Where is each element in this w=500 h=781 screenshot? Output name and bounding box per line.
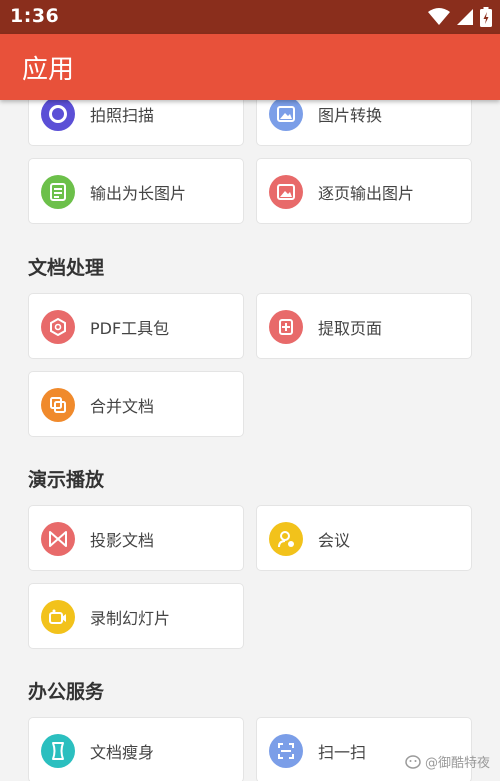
card-label: 扫一扫 [318,743,367,762]
card-record-slides[interactable]: 录制幻灯片 [28,583,244,649]
page-images-icon [269,175,303,209]
card-merge-docs[interactable]: 合并文档 [28,371,244,437]
battery-icon [480,7,492,27]
card-extract-page[interactable]: 提取页面 [256,293,472,359]
card-projection[interactable]: 投影文档 [28,505,244,571]
pdf-toolkit-icon [41,310,75,344]
status-bar: 1:36 [0,0,500,34]
card-label: 输出为长图片 [90,184,187,203]
wifi-icon [428,8,450,25]
card-meeting[interactable]: 会议 [256,505,472,571]
card-scan[interactable]: 扫一扫 [256,717,472,781]
section-title: 办公服务 [28,681,105,703]
long-image-icon [41,175,75,209]
extract-page-icon [269,310,303,344]
projection-icon [41,522,75,556]
card-label: 投影文档 [90,531,155,550]
record-slides-icon [41,600,75,634]
card-image-convert[interactable]: 图片转换 [256,100,472,146]
card-page-images[interactable]: 逐页输出图片 [256,158,472,224]
card-camera-scan[interactable]: 拍照扫描 [28,100,244,146]
status-time: 1:36 [10,5,60,27]
card-label: 拍照扫描 [90,106,155,125]
card-label: 提取页面 [318,319,383,338]
section-title: 演示播放 [28,469,105,491]
card-label: 文档瘦身 [90,743,155,762]
merge-docs-icon [41,388,75,422]
card-slim-doc[interactable]: 文档瘦身 [28,717,244,781]
card-label: 逐页输出图片 [318,184,415,203]
meeting-icon [269,522,303,556]
image-convert-icon [269,100,303,131]
camera-scan-icon [41,100,75,131]
status-icons [428,6,492,28]
app-bar: 应用 [0,34,500,100]
slim-doc-icon [41,734,75,768]
card-long-image[interactable]: 输出为长图片 [28,158,244,224]
watermark: @御酷特夜 [405,752,490,771]
scan-icon [269,734,303,768]
card-label: 会议 [318,531,351,550]
card-label: 合并文档 [90,397,155,416]
page-title: 应用 [22,55,75,85]
card-pdf-toolkit[interactable]: PDF工具包 [28,293,244,359]
card-label: 图片转换 [318,106,383,125]
watermark-text: @御酷特夜 [424,756,490,771]
card-label: 录制幻灯片 [90,609,171,628]
section-title: 文档处理 [28,257,105,279]
card-label: PDF工具包 [90,319,170,338]
watermark-logo-icon [405,754,421,769]
app-list[interactable]: 拍照扫描 图片转换 输出为长图片 逐页输出图片 文档处理 PDF工具包 提取页面 [0,100,500,781]
cell-signal-icon [457,9,473,25]
